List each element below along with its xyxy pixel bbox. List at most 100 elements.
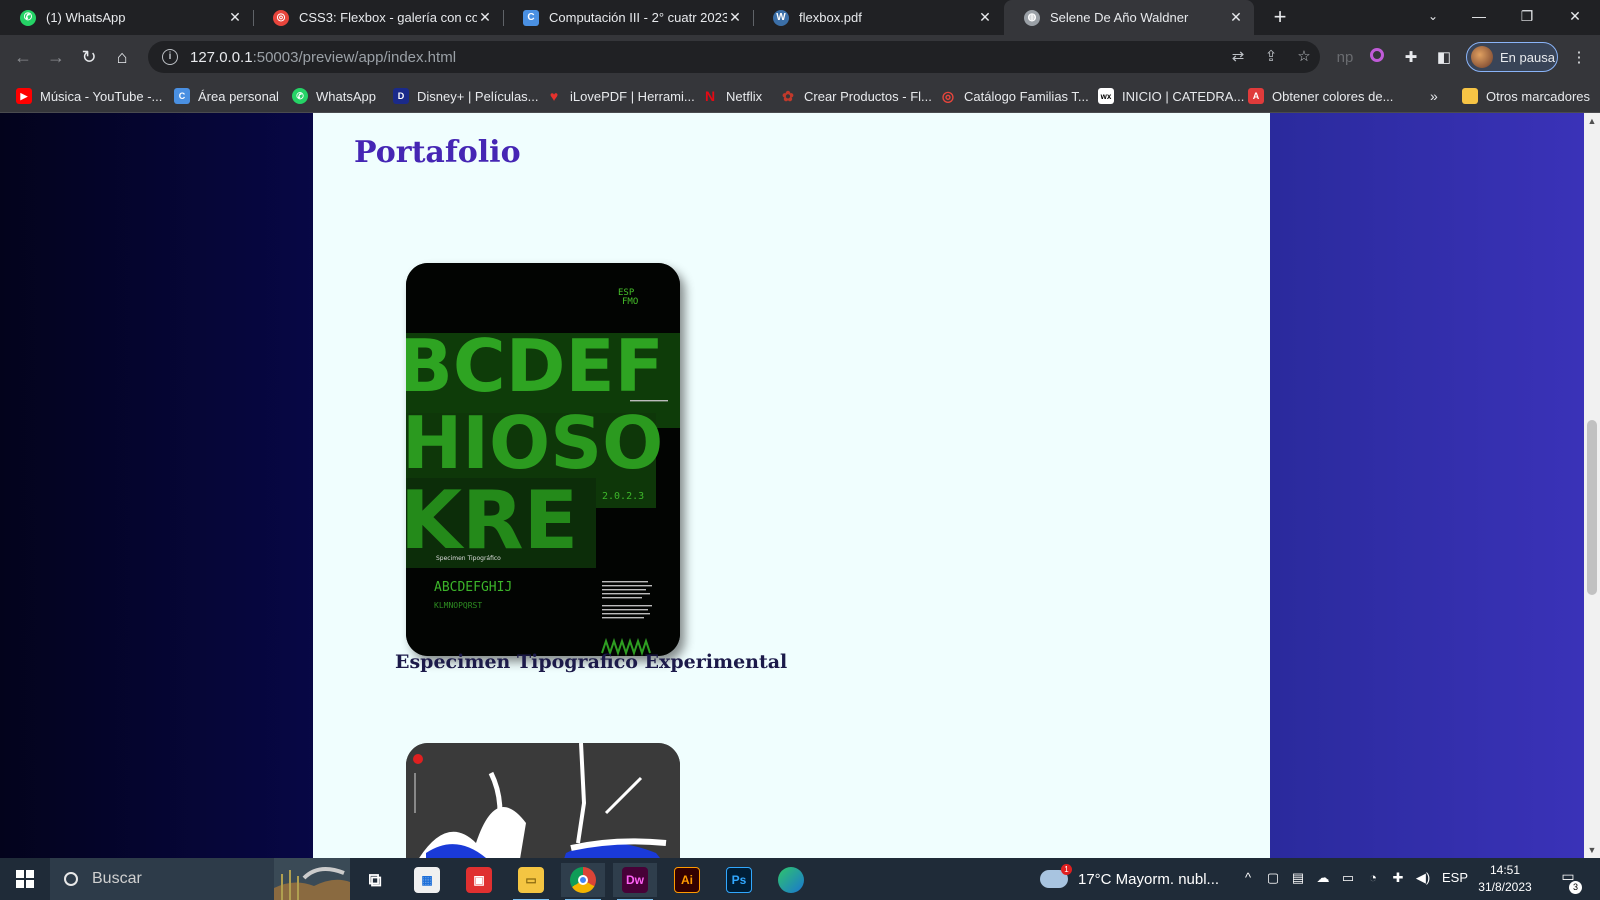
tab-flexbox-gallery[interactable]: ◎ CSS3: Flexbox - galería con colun ✕ — [253, 0, 503, 35]
tab-title: (1) WhatsApp — [46, 10, 126, 25]
close-icon[interactable]: ✕ — [477, 9, 493, 26]
svg-text:FMO: FMO — [622, 297, 638, 307]
extensions-puzzle-icon[interactable]: ✚ — [1400, 47, 1422, 69]
portfolio-image-second[interactable] — [406, 743, 680, 858]
tab-title: CSS3: Flexbox - galería con colun — [299, 10, 477, 25]
share-icon[interactable]: ⇪ — [1261, 47, 1281, 67]
extension-np-icon[interactable]: np — [1334, 47, 1356, 69]
taskbar-store[interactable]: ▦ — [405, 863, 449, 897]
bookmark-star-icon[interactable]: ☆ — [1294, 47, 1314, 67]
tab-selene-active[interactable]: ◍ Selene De Año Waldner ✕ — [1004, 0, 1254, 35]
close-window-button[interactable]: ✕ — [1552, 0, 1598, 35]
scrollbar-thumb[interactable] — [1587, 420, 1597, 595]
more-bookmarks-button[interactable]: » — [1430, 86, 1438, 106]
home-button[interactable]: ⌂ — [107, 42, 137, 72]
taskbar-gift[interactable]: ▣ — [457, 863, 501, 897]
close-icon[interactable]: ✕ — [1228, 9, 1244, 26]
tab-search-chevron-icon[interactable]: ⌄ — [1410, 0, 1456, 35]
back-button[interactable]: ← — [8, 42, 38, 72]
notification-center-button[interactable]: ▭ 3 — [1556, 868, 1582, 894]
language-indicator[interactable]: ESP — [1440, 870, 1470, 885]
scroll-up-arrow-icon[interactable]: ▲ — [1584, 113, 1600, 129]
edge-icon — [778, 867, 804, 893]
portfolio-image-typographic-specimen[interactable]: BCDEF HIOSO KRE ESP FMO 2.0.2.3 Specimen… — [406, 263, 680, 656]
forward-button[interactable]: → — [41, 42, 71, 72]
tab-strip: ✆ (1) WhatsApp ✕ ◎ CSS3: Flexbox - galer… — [0, 0, 1600, 35]
menu-kebab-icon[interactable]: ⋮ — [1568, 47, 1590, 69]
windows-logo-icon — [16, 870, 34, 888]
page-scrollbar[interactable]: ▲ ▼ — [1584, 113, 1600, 858]
netflix-icon: N — [704, 88, 716, 104]
tab-computacion[interactable]: C Computación III - 2° cuatr 2023: F ✕ — [503, 0, 753, 35]
task-view-icon: ⧉ — [368, 869, 382, 890]
classroom-icon: C — [523, 9, 539, 26]
poster-big-letters-line2: HIOSO — [406, 401, 663, 485]
bookmark-disney[interactable]: D Disney+ | Películas... — [393, 86, 539, 106]
wordpress-icon: W — [773, 9, 789, 26]
wix-icon: wx — [1098, 88, 1114, 104]
start-button[interactable] — [0, 858, 50, 900]
dreamweaver-icon: Dw — [622, 867, 648, 893]
bookmark-obtener-colores[interactable]: A Obtener colores de... — [1248, 86, 1393, 106]
restore-button[interactable]: ❐ — [1504, 0, 1550, 35]
taskbar-file-explorer[interactable]: ▭ — [509, 863, 553, 900]
translate-icon[interactable]: ⇄ — [1228, 47, 1248, 67]
other-bookmarks-folder[interactable]: Otros marcadores — [1462, 86, 1590, 106]
taskbar-dreamweaver[interactable]: Dw — [613, 863, 657, 900]
address-bar[interactable]: i 127.0.0.1:50003/preview/app/index.html… — [148, 41, 1320, 73]
scroll-down-arrow-icon[interactable]: ▼ — [1584, 842, 1600, 858]
bookmark-area-personal[interactable]: C Área personal — [174, 86, 279, 106]
url-text[interactable]: 127.0.0.1:50003/preview/app/index.html — [190, 49, 456, 66]
minimize-button[interactable]: — — [1456, 0, 1502, 35]
bookmark-ilovepdf[interactable]: ♥ iLovePDF | Herrami... — [546, 86, 695, 106]
bookmark-crear-productos[interactable]: ✿ Crear Productos - Fl... — [780, 86, 932, 106]
volume-icon[interactable]: ◀) — [1413, 870, 1433, 886]
disney-icon: D — [393, 88, 409, 104]
folder-icon: ▭ — [518, 867, 544, 893]
chrome-icon — [570, 867, 596, 893]
taskbar-photoshop[interactable]: Ps — [717, 863, 761, 897]
bookmark-netflix[interactable]: N Netflix — [702, 86, 762, 106]
new-tab-button[interactable]: + — [1266, 4, 1294, 32]
poster-label: Specimen Tipográfico — [436, 555, 501, 562]
page-viewport: Portafolio BCDEF HIOSO KRE ESP FMO 2.0.2… — [0, 113, 1584, 858]
bookmark-whatsapp[interactable]: ✆ WhatsApp — [292, 86, 376, 106]
site-info-icon[interactable]: i — [162, 49, 178, 65]
poster-artwork-2 — [406, 743, 680, 858]
extension-circle-icon[interactable] — [1366, 47, 1388, 69]
tray-overflow-chevron-icon[interactable]: ^ — [1238, 870, 1258, 885]
taskbar-search[interactable]: Buscar — [50, 858, 350, 900]
usb-drive-icon[interactable]: ▤ — [1288, 870, 1308, 886]
bookmark-youtube[interactable]: ▶ Música - YouTube -... — [16, 86, 162, 106]
wifi-icon[interactable]: ◔ — [1363, 870, 1383, 885]
app-notification-icon[interactable]: ✚ — [1388, 870, 1408, 886]
clock[interactable]: 14:51 31/8/2023 — [1470, 862, 1540, 896]
taskbar-illustrator[interactable]: Ai — [665, 863, 709, 897]
search-placeholder: Buscar — [92, 870, 142, 887]
side-panel-icon[interactable]: ◧ — [1433, 47, 1455, 69]
bookmark-inicio-catedra[interactable]: wx INICIO | CATEDRA... — [1098, 86, 1244, 106]
close-icon[interactable]: ✕ — [727, 9, 743, 26]
weather-widget[interactable]: 1 17°C Mayorm. nubl... — [1040, 858, 1219, 900]
target-icon: ◎ — [273, 9, 289, 26]
close-icon[interactable]: ✕ — [227, 9, 243, 26]
task-view-button[interactable]: ⧉ — [353, 863, 397, 897]
reload-button[interactable]: ↻ — [74, 42, 104, 72]
tab-whatsapp[interactable]: ✆ (1) WhatsApp ✕ — [0, 0, 253, 35]
bookmark-catalogo[interactable]: ◎ Catálogo Familias T... — [940, 86, 1089, 106]
flower-icon: ✿ — [782, 87, 794, 104]
close-icon[interactable]: ✕ — [977, 9, 993, 26]
heart-icon: ♥ — [549, 88, 559, 104]
poster-artwork: BCDEF HIOSO KRE ESP FMO 2.0.2.3 Specimen… — [406, 263, 680, 656]
target-icon: ◎ — [941, 87, 955, 104]
tab-flexbox-pdf[interactable]: W flexbox.pdf ✕ — [753, 0, 1003, 35]
meet-icon[interactable]: ▢ — [1263, 870, 1283, 886]
poster-alphabet-2: KLMNOPQRST — [434, 601, 482, 610]
taskbar-chrome[interactable] — [561, 863, 605, 900]
onedrive-icon[interactable]: ☁ — [1313, 870, 1333, 886]
battery-icon[interactable]: ▭ — [1338, 870, 1358, 886]
taskbar-edge[interactable] — [769, 863, 813, 897]
profile-button[interactable]: En pausa — [1466, 42, 1558, 72]
classroom-icon: C — [174, 88, 190, 104]
photoshop-icon: Ps — [726, 867, 752, 893]
